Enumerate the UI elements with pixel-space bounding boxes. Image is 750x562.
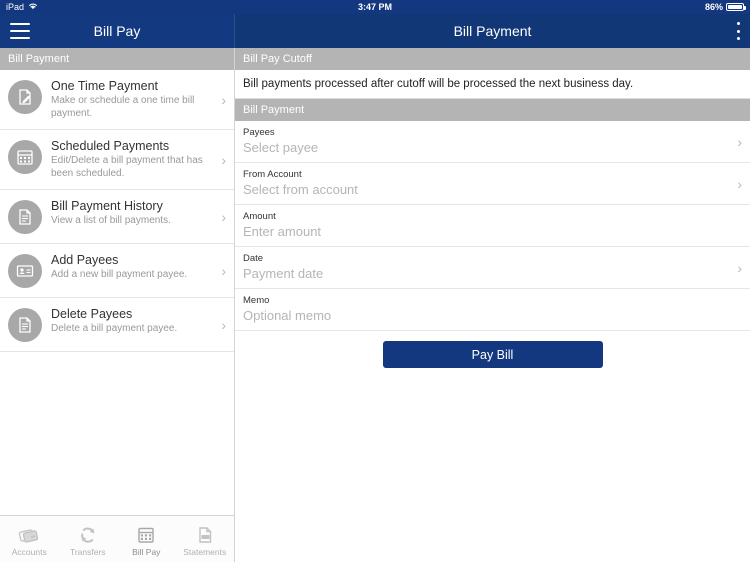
tab-label: Statements [183, 547, 227, 557]
sidebar-item-title: Add Payees [51, 253, 119, 267]
status-bar-right: 86% [704, 0, 746, 14]
sidebar-item-subtitle: Make or schedule a one time bill payment… [51, 95, 195, 119]
calendar-icon [8, 140, 42, 174]
navbar-left-section: Bill Pay [0, 14, 235, 48]
navbar-left-title: Bill Pay [93, 23, 141, 39]
tab-label: Transfers [69, 547, 106, 557]
tab-statements[interactable]: Statements [176, 516, 235, 562]
battery-icon [726, 3, 746, 11]
document-pencil-icon [8, 80, 42, 114]
sidebar-item-subtitle: Add a new bill payment payee. [51, 269, 188, 280]
pay-bill-button[interactable]: Pay Bill [382, 341, 603, 368]
field-value: Payment date [243, 266, 324, 281]
detail-panel: Bill Pay Cutoff Bill payments processed … [235, 48, 750, 562]
field-memo[interactable]: Memo Optional memo [235, 289, 750, 331]
field-date[interactable]: Date Payment date › [235, 247, 750, 289]
chevron-right-icon: › [221, 91, 226, 108]
sidebar-item-title: One Time Payment [51, 79, 158, 93]
field-value: Optional memo [243, 308, 332, 323]
navigation-bar: Bill Pay Bill Payment [0, 14, 750, 48]
field-value: Select payee [243, 140, 319, 155]
tab-label: Accounts [11, 547, 47, 557]
navbar-right-section: Bill Payment [235, 14, 750, 48]
field-value: Select from account [243, 182, 358, 197]
tab-bill-pay[interactable]: Bill Pay [117, 516, 176, 562]
chevron-right-icon: › [221, 151, 226, 168]
sidebar-item-delete-payees[interactable]: Delete Payees Delete a bill payment paye… [0, 298, 234, 352]
sidebar-section-header: Bill Payment [0, 48, 234, 70]
field-label: Payees [243, 127, 275, 138]
sidebar-item-text: Delete Payees Delete a bill payment paye… [51, 307, 212, 336]
tab-bar: Accounts Transfers Bill Pay Statements [0, 515, 235, 562]
sidebar-item-scheduled-payments[interactable]: Scheduled Payments Edit/Delete a bill pa… [0, 130, 234, 190]
sidebar-item-subtitle: Edit/Delete a bill payment that has been… [51, 155, 203, 179]
chevron-right-icon: › [737, 133, 742, 150]
cutoff-section-header: Bill Pay Cutoff [235, 48, 750, 70]
field-value: Enter amount [243, 224, 322, 239]
status-bar-time: 3:47 PM [357, 2, 392, 12]
document-lines-icon [8, 308, 42, 342]
overflow-menu-icon[interactable] [736, 22, 740, 40]
navbar-right-title: Bill Payment [453, 23, 532, 39]
form-section-header: Bill Payment [235, 99, 750, 121]
app-root: iPad 3:47 PM 86% Bill Pay Bill Payment B… [0, 0, 750, 562]
field-payees[interactable]: Payees Select payee › [235, 121, 750, 163]
sidebar-item-add-payees[interactable]: Add Payees Add a new bill payment payee.… [0, 244, 234, 298]
status-bar: iPad 3:47 PM 86% [0, 0, 750, 14]
field-amount[interactable]: Amount Enter amount [235, 205, 750, 247]
calendar-icon [136, 525, 156, 545]
tab-transfers[interactable]: Transfers [59, 516, 118, 562]
sidebar-item-subtitle: Delete a bill payment payee. [51, 323, 178, 334]
sidebar-item-bill-payment-history[interactable]: Bill Payment History View a list of bill… [0, 190, 234, 244]
sidebar-item-title: Delete Payees [51, 307, 133, 321]
refresh-arrows-icon [78, 525, 98, 545]
document-lines-icon [8, 200, 42, 234]
sidebar-item-title: Bill Payment History [51, 199, 163, 213]
cutoff-notice-text: Bill payments processed after cutoff wil… [235, 70, 750, 99]
chevron-right-icon: › [737, 175, 742, 192]
chevron-right-icon: › [737, 259, 742, 276]
sidebar-item-one-time-payment[interactable]: One Time Payment Make or schedule a one … [0, 70, 234, 130]
sidebar-item-subtitle: View a list of bill payments. [51, 215, 171, 226]
field-label: From Account [243, 169, 302, 180]
sidebar-item-text: Add Payees Add a new bill payment payee. [51, 253, 212, 282]
field-from-account[interactable]: From Account Select from account › [235, 163, 750, 205]
field-label: Date [243, 253, 264, 264]
pdf-document-icon [195, 525, 215, 545]
cards-icon [18, 525, 40, 545]
sidebar-item-text: Scheduled Payments Edit/Delete a bill pa… [51, 139, 212, 180]
tab-accounts[interactable]: Accounts [0, 516, 59, 562]
chevron-right-icon: › [221, 316, 226, 333]
battery-percent-label: 86% [704, 2, 723, 12]
sidebar-item-text: Bill Payment History View a list of bill… [51, 199, 212, 228]
submit-button-container: Pay Bill [235, 331, 750, 378]
contact-card-icon [8, 254, 42, 288]
field-label: Amount [243, 211, 276, 222]
sidebar: Bill Payment One Time Payment Make or sc… [0, 48, 235, 515]
tab-label: Bill Pay [132, 547, 161, 557]
field-label: Memo [243, 295, 270, 306]
sidebar-item-title: Scheduled Payments [51, 139, 170, 153]
chevron-right-icon: › [221, 262, 226, 279]
sidebar-item-text: One Time Payment Make or schedule a one … [51, 79, 212, 120]
chevron-right-icon: › [221, 208, 226, 225]
